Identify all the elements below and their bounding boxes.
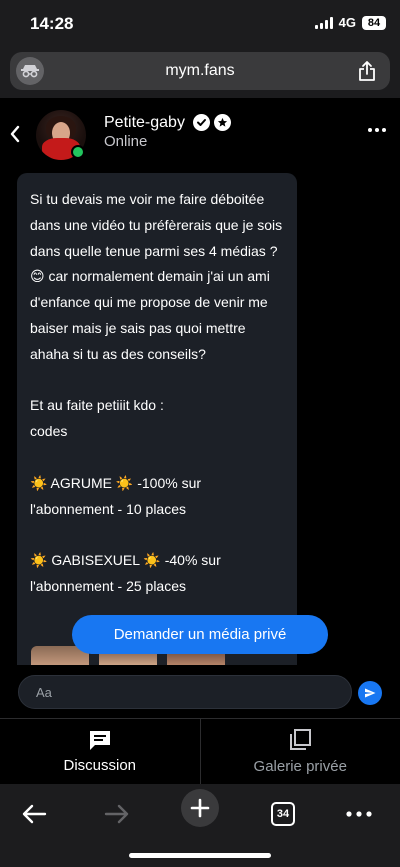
badges (193, 114, 231, 131)
forward-arrow-icon[interactable] (97, 794, 137, 834)
signal-icon (314, 16, 333, 29)
message-bubble: Si tu devais me voir me faire déboitée d… (17, 173, 297, 665)
message-input[interactable] (18, 675, 352, 709)
back-icon[interactable] (6, 122, 24, 146)
tab-bar: Discussion Galerie privée (0, 718, 400, 784)
more-menu-icon[interactable] (339, 794, 379, 834)
star-icon (214, 114, 231, 131)
online-indicator (71, 145, 85, 159)
share-icon[interactable] (356, 59, 378, 83)
chat-icon (89, 731, 110, 750)
browser-toolbar: 34 (0, 784, 400, 867)
address-bar[interactable]: mym.fans (10, 52, 390, 90)
status-bar: 14:28 4G 84 (0, 0, 400, 48)
home-indicator (129, 853, 271, 858)
tab-label: Galerie privée (253, 758, 347, 775)
browser-address-area: mym.fans (0, 48, 400, 98)
status-time: 14:28 (30, 14, 74, 33)
new-tab-icon[interactable] (181, 789, 219, 827)
tabs-button[interactable]: 34 (263, 794, 303, 834)
contact-name[interactable]: Petite-gaby (104, 114, 185, 132)
network-type: 4G (338, 15, 356, 30)
message-text: Si tu devais me voir me faire déboitée d… (30, 191, 283, 594)
gallery-icon (290, 729, 312, 750)
tab-label: Discussion (63, 757, 137, 774)
back-arrow-icon[interactable] (14, 794, 54, 834)
url-text: mym.fans (165, 62, 235, 79)
send-icon[interactable] (358, 681, 382, 705)
tab-count: 34 (271, 802, 295, 826)
status-indicators: 4G 84 (314, 15, 386, 30)
more-options-icon[interactable] (368, 128, 386, 132)
request-private-media-button[interactable]: Demander un média privé (72, 615, 328, 654)
message-list[interactable]: Si tu devais me voir me faire déboitée d… (0, 168, 400, 665)
contact-status: Online (104, 133, 148, 150)
tab-private-gallery[interactable]: Galerie privée (199, 719, 400, 784)
chat-header: Petite-gaby Online (0, 98, 400, 168)
battery-icon: 84 (362, 15, 386, 30)
tab-discussion[interactable]: Discussion (0, 719, 200, 784)
message-composer (0, 665, 400, 718)
verified-icon (193, 114, 210, 131)
